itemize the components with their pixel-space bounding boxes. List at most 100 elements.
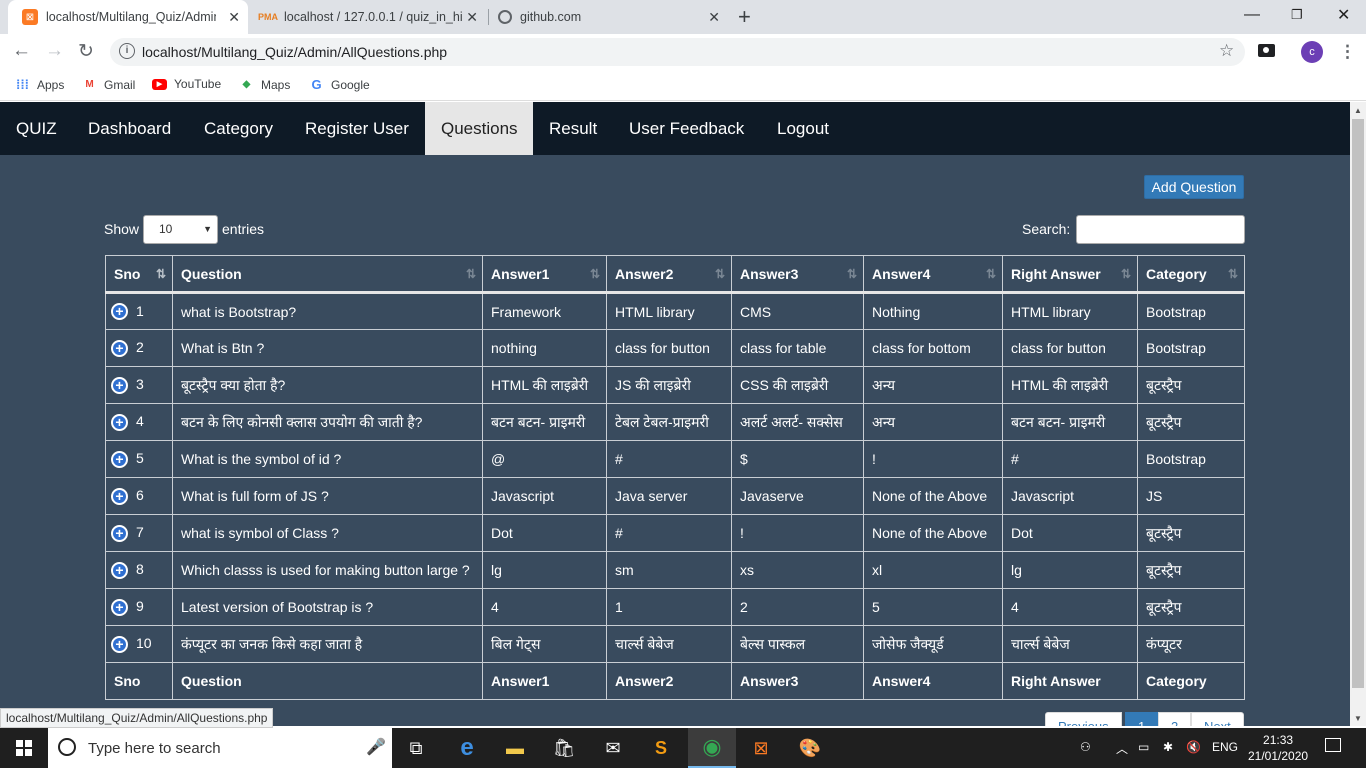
notification-icon[interactable] bbox=[1325, 738, 1341, 752]
nav-brand[interactable]: QUIZ bbox=[0, 102, 73, 155]
column-header-answer3[interactable]: Answer3 ⇅ bbox=[731, 255, 864, 294]
new-tab-button[interactable]: + bbox=[738, 4, 751, 30]
pagination-previous[interactable]: Previous bbox=[1045, 712, 1122, 726]
expand-plus-icon[interactable]: + bbox=[111, 376, 128, 394]
expand-plus-icon[interactable]: + bbox=[111, 413, 128, 431]
table-cell: CSS की लाइब्रेरी bbox=[731, 366, 864, 404]
nav-item-result[interactable]: Result bbox=[533, 102, 613, 155]
bookmark-maps[interactable]: ◆ Maps bbox=[239, 77, 291, 92]
nav-item-user-feedback[interactable]: User Feedback bbox=[613, 102, 760, 155]
cell-sno: +1 bbox=[105, 292, 173, 330]
column-header-answer1[interactable]: Answer1 ⇅ bbox=[482, 255, 607, 294]
table-cell: Java server bbox=[606, 477, 732, 515]
table-cell: @ bbox=[482, 440, 607, 478]
expand-plus-icon[interactable]: + bbox=[111, 487, 128, 505]
bookmark-apps[interactable]: ⁞⁞⁞ Apps bbox=[15, 77, 64, 92]
xampp-taskbar-icon[interactable]: ⊠ bbox=[737, 728, 785, 768]
header-label: Category bbox=[1146, 265, 1207, 282]
nav-item-dashboard[interactable]: Dashboard bbox=[72, 102, 187, 155]
header-label: Answer3 bbox=[740, 265, 799, 282]
bookmark-star-icon[interactable]: ☆ bbox=[1219, 41, 1234, 61]
forward-icon[interactable]: → bbox=[45, 40, 64, 62]
menu-kebab-icon[interactable]: ⋮ bbox=[1339, 42, 1356, 62]
search-input[interactable] bbox=[1076, 215, 1245, 244]
network-icon[interactable]: ✱ bbox=[1163, 740, 1173, 754]
url-text[interactable]: localhost/Multilang_Quiz/Admin/AllQuesti… bbox=[142, 44, 447, 60]
windows-taskbar: Type here to search 🎤 ⧉ e ▬ 🛍 ✉ S ◉ ⊠ 🎨 … bbox=[0, 728, 1366, 768]
close-icon[interactable]: ✕ bbox=[228, 9, 240, 26]
pagination-next[interactable]: Next bbox=[1191, 712, 1244, 726]
table-cell: # bbox=[1002, 440, 1138, 478]
paint-icon[interactable]: 🎨 bbox=[786, 728, 834, 768]
column-header-answer2[interactable]: Answer2 ⇅ bbox=[606, 255, 732, 294]
browser-tab-admin[interactable]: ⊠ localhost/Multilang_Quiz/Admin/ ✕ bbox=[8, 0, 248, 34]
info-icon[interactable]: i bbox=[119, 43, 135, 59]
nav-item-questions[interactable]: Questions bbox=[425, 102, 533, 155]
footer-header-answer2: Answer2 bbox=[606, 662, 732, 700]
reload-icon[interactable]: ↻ bbox=[78, 40, 94, 63]
windows-start-icon[interactable] bbox=[16, 740, 32, 756]
table-cell: Framework bbox=[482, 292, 607, 330]
table-cell: HTML library bbox=[606, 292, 732, 330]
nav-item-register-user[interactable]: Register User bbox=[289, 102, 425, 155]
taskbar-clock[interactable]: 21:33 21/01/2020 bbox=[1248, 732, 1308, 764]
browser-tab-phpmyadmin[interactable]: PMA localhost / 127.0.0.1 / quiz_in_hin … bbox=[250, 0, 486, 34]
microphone-icon[interactable]: 🎤 bbox=[366, 737, 386, 757]
column-header-answer4[interactable]: Answer4 ⇅ bbox=[863, 255, 1003, 294]
bookmark-youtube[interactable]: ▶ YouTube bbox=[152, 77, 221, 91]
table-cell: 1 bbox=[606, 588, 732, 626]
back-icon[interactable]: ← bbox=[12, 40, 31, 62]
edge-icon[interactable]: e bbox=[443, 728, 491, 768]
sublime-text-icon[interactable]: S bbox=[637, 728, 685, 768]
file-explorer-icon[interactable]: ▬ bbox=[491, 728, 539, 768]
table-cell: टेबल टेबल-प्राइमरी bbox=[606, 403, 732, 441]
profile-avatar[interactable]: c bbox=[1301, 41, 1323, 63]
table-row: +10 कंप्यूटर का जनक किसे कहा जाता है बिल ग… bbox=[105, 625, 1245, 663]
scroll-up-icon[interactable]: ▲ bbox=[1354, 106, 1362, 115]
column-header-question[interactable]: Question ⇅ bbox=[172, 255, 483, 294]
expand-plus-icon[interactable]: + bbox=[111, 598, 128, 616]
table-cell: xl bbox=[863, 551, 1003, 589]
entries-label: entries bbox=[222, 221, 265, 237]
store-icon[interactable]: 🛍 bbox=[540, 728, 588, 768]
scrollbar-thumb[interactable] bbox=[1352, 119, 1364, 688]
scroll-down-icon[interactable]: ▼ bbox=[1354, 714, 1362, 723]
minimize-icon[interactable]: — bbox=[1244, 6, 1260, 24]
tray-chevron-icon[interactable]: ︿ bbox=[1116, 740, 1128, 757]
mail-icon[interactable]: ✉ bbox=[589, 728, 637, 768]
table-cell: बूटस्ट्रैप bbox=[1137, 551, 1245, 589]
close-icon[interactable]: ✕ bbox=[466, 9, 478, 26]
expand-plus-icon[interactable]: + bbox=[111, 635, 128, 653]
column-header-right-answer[interactable]: Right Answer ⇅ bbox=[1002, 255, 1138, 294]
chrome-icon[interactable]: ◉ bbox=[688, 728, 736, 768]
restore-icon[interactable]: ❐ bbox=[1291, 7, 1303, 23]
window-close-icon[interactable]: ✕ bbox=[1337, 5, 1350, 25]
camera-icon[interactable] bbox=[1258, 44, 1275, 57]
expand-plus-icon[interactable]: + bbox=[111, 450, 128, 468]
table-cell: HTML की लाइब्रेरी bbox=[1002, 366, 1138, 404]
expand-plus-icon[interactable]: + bbox=[111, 339, 128, 357]
column-header-sno[interactable]: Sno ⇅ bbox=[105, 255, 173, 294]
task-view-icon[interactable]: ⧉ bbox=[392, 728, 440, 768]
column-header-category[interactable]: Category ⇅ bbox=[1137, 255, 1245, 294]
table-cell: Bootstrap bbox=[1137, 292, 1245, 330]
taskbar-search-box[interactable]: Type here to search 🎤 bbox=[48, 728, 392, 768]
expand-plus-icon[interactable]: + bbox=[111, 303, 128, 321]
pagination-page-1[interactable]: 1 bbox=[1125, 712, 1159, 726]
expand-plus-icon[interactable]: + bbox=[111, 561, 128, 579]
bookmark-gmail[interactable]: M Gmail bbox=[82, 77, 135, 92]
language-indicator[interactable]: ENG bbox=[1212, 740, 1238, 754]
people-icon[interactable]: ⚇ bbox=[1080, 740, 1091, 754]
add-question-button[interactable]: Add Question bbox=[1144, 175, 1244, 199]
nav-item-logout[interactable]: Logout bbox=[761, 102, 845, 155]
browser-tab-github[interactable]: github.com ✕ bbox=[490, 0, 728, 34]
expand-plus-icon[interactable]: + bbox=[111, 524, 128, 542]
close-icon[interactable]: ✕ bbox=[708, 9, 720, 26]
entries-select[interactable]: 10 ▼ bbox=[143, 215, 218, 244]
nav-item-category[interactable]: Category bbox=[188, 102, 289, 155]
bookmark-google[interactable]: G Google bbox=[309, 77, 369, 92]
volume-muted-icon[interactable]: 🔇 bbox=[1186, 740, 1201, 754]
globe-icon bbox=[498, 10, 512, 24]
pagination-page-2[interactable]: 2 bbox=[1158, 712, 1192, 726]
battery-icon[interactable]: ▭ bbox=[1138, 740, 1149, 754]
